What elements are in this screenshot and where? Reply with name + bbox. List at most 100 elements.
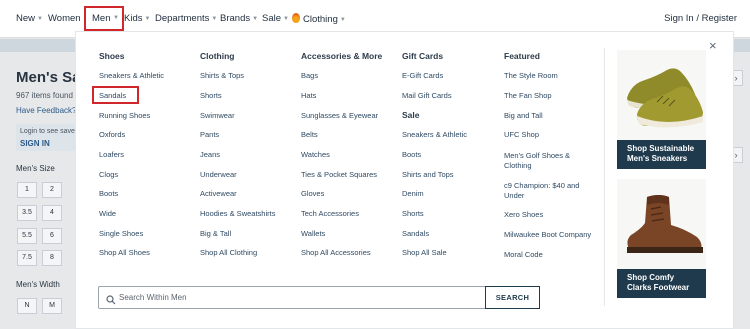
menu-link[interactable]: Swimwear xyxy=(200,111,235,121)
nav-brands[interactable]: Brands ▼ xyxy=(220,13,258,24)
mens-width-label: Men's Width xyxy=(16,280,60,289)
menu-link[interactable]: Hats xyxy=(301,91,316,101)
nav-sale[interactable]: Sale ▼ xyxy=(262,13,289,24)
menu-link[interactable]: Mail Gift Cards xyxy=(402,91,452,101)
menu-link[interactable]: Wide xyxy=(99,209,116,219)
results-count: 967 items found xyxy=(16,91,73,100)
nav-clothing-label: Clothing xyxy=(303,14,338,25)
menu-link[interactable]: Bags xyxy=(301,71,318,81)
menu-link[interactable]: Big & Tall xyxy=(200,229,231,239)
nav-women-label: Women xyxy=(48,13,81,24)
menu-link-cont[interactable]: Under xyxy=(504,191,524,201)
menu-link[interactable]: Pants xyxy=(200,130,219,140)
menu-link[interactable]: Boots xyxy=(402,150,421,160)
menu-link[interactable]: Shirts and Tops xyxy=(402,170,454,180)
menu-link[interactable]: Big and Tall xyxy=(504,111,543,121)
nav-men-label: Men xyxy=(92,13,111,24)
col-heading-gift-cards[interactable]: Gift Cards xyxy=(402,51,443,61)
size-option[interactable]: 4 xyxy=(42,205,62,221)
nav-clothing[interactable]: Clothing ▼ xyxy=(292,13,346,25)
menu-link[interactable]: Oxfords xyxy=(99,130,125,140)
menu-link[interactable]: Shirts & Tops xyxy=(200,71,244,81)
col-heading-sale[interactable]: Sale xyxy=(402,110,420,120)
nav-men[interactable]: Men ▼ xyxy=(84,6,124,31)
menu-link[interactable]: Clogs xyxy=(99,170,118,180)
sign-in-link[interactable]: Sign In / Register xyxy=(664,13,737,24)
col-heading-shoes[interactable]: Shoes xyxy=(99,51,125,61)
menu-link[interactable]: Jeans xyxy=(200,150,220,160)
menu-link[interactable]: Sunglasses & Eyewear xyxy=(301,111,378,121)
close-icon[interactable]: × xyxy=(709,38,717,53)
sandals-highlight xyxy=(92,86,139,104)
menu-link[interactable]: c9 Champion: $40 and xyxy=(504,181,579,191)
promo-line1: Shop Comfy xyxy=(627,273,675,282)
menu-link[interactable]: Underwear xyxy=(200,170,237,180)
mens-size-label: Men's Size xyxy=(16,164,55,173)
nav-new[interactable]: New ▼ xyxy=(16,13,43,24)
col-heading-clothing[interactable]: Clothing xyxy=(200,51,234,61)
login-sign-in-link[interactable]: SIGN IN xyxy=(20,139,50,148)
menu-link[interactable]: The Fan Shop xyxy=(504,91,552,101)
menu-link[interactable]: Ties & Pocket Squares xyxy=(301,170,377,180)
size-option[interactable]: 6 xyxy=(42,228,62,244)
menu-link[interactable]: Sneakers & Athletic xyxy=(99,71,164,81)
promo-caption: Shop Comfy Clarks Footwear xyxy=(617,269,706,298)
nav-kids[interactable]: Kids ▼ xyxy=(124,13,150,24)
menu-link-cont[interactable]: Clothing xyxy=(504,161,532,171)
menu-link[interactable]: The Style Room xyxy=(504,71,558,81)
nav-women[interactable]: Women xyxy=(48,13,81,24)
sneaker-image xyxy=(617,50,706,140)
menu-link[interactable]: Sneakers & Athletic xyxy=(402,130,467,140)
size-option[interactable]: 7.5 xyxy=(17,250,37,266)
search-input[interactable] xyxy=(119,290,479,305)
nav-brands-label: Brands xyxy=(220,13,251,24)
search-button[interactable]: SEARCH xyxy=(485,286,540,309)
size-option[interactable]: 2 xyxy=(42,182,62,198)
menu-link[interactable]: Men's Golf Shoes & xyxy=(504,151,570,161)
menu-link[interactable]: Running Shoes xyxy=(99,111,150,121)
menu-link[interactable]: Gloves xyxy=(301,189,324,199)
menu-link[interactable]: Milwaukee Boot Company xyxy=(504,230,591,240)
size-option[interactable]: 5.5 xyxy=(17,228,37,244)
promo-line2: Men's Sneakers xyxy=(627,154,688,163)
menu-link[interactable]: Shop All Shoes xyxy=(99,248,150,258)
menu-link[interactable]: Watches xyxy=(301,150,330,160)
size-option[interactable]: 8 xyxy=(42,250,62,266)
menu-link[interactable]: Denim xyxy=(402,189,424,199)
menu-link[interactable]: Loafers xyxy=(99,150,124,160)
feedback-link[interactable]: Have Feedback? xyxy=(16,106,76,115)
width-option[interactable]: M xyxy=(42,298,62,314)
col-heading-featured[interactable]: Featured xyxy=(504,51,540,61)
nav-departments[interactable]: Departments ▼ xyxy=(155,13,217,24)
menu-link[interactable]: Shorts xyxy=(200,91,222,101)
menu-link[interactable]: Wallets xyxy=(301,229,325,239)
menu-link[interactable]: Hoodies & Sweatshirts xyxy=(200,209,275,219)
promo-clarks-footwear[interactable]: Shop Comfy Clarks Footwear xyxy=(617,179,706,298)
menu-link[interactable]: Sandals xyxy=(402,229,429,239)
menu-link[interactable]: Shop All Sale xyxy=(402,248,447,258)
size-option[interactable]: 3.5 xyxy=(17,205,37,221)
col-heading-accessories[interactable]: Accessories & More xyxy=(301,51,382,61)
menu-link[interactable]: E-Gift Cards xyxy=(402,71,443,81)
chevron-down-icon: ▼ xyxy=(37,16,43,22)
size-option[interactable]: 1 xyxy=(17,182,37,198)
promo-sustainable-sneakers[interactable]: Shop Sustainable Men's Sneakers xyxy=(617,50,706,169)
menu-link[interactable]: UFC Shop xyxy=(504,130,539,140)
login-text: Login to see save xyxy=(20,128,75,135)
menu-link[interactable]: Belts xyxy=(301,130,318,140)
chevron-down-icon: ▼ xyxy=(252,16,259,22)
menu-link[interactable]: Boots xyxy=(99,189,118,199)
menu-link[interactable]: Tech Accessories xyxy=(301,209,359,219)
menu-link[interactable]: Shop All Accessories xyxy=(301,248,371,258)
width-option[interactable]: N xyxy=(17,298,37,314)
menu-link[interactable]: Activewear xyxy=(200,189,237,199)
menu-link[interactable]: Moral Code xyxy=(504,250,543,260)
chevron-down-icon: ▼ xyxy=(113,15,119,21)
menu-link[interactable]: Shorts xyxy=(402,209,424,219)
menu-link[interactable]: Single Shoes xyxy=(99,229,143,239)
chevron-down-icon: ▼ xyxy=(339,17,346,23)
menu-link[interactable]: Shop All Clothing xyxy=(200,248,257,258)
nav-departments-label: Departments xyxy=(155,13,210,24)
menu-link[interactable]: Xero Shoes xyxy=(504,210,543,220)
boot-image xyxy=(617,179,706,269)
